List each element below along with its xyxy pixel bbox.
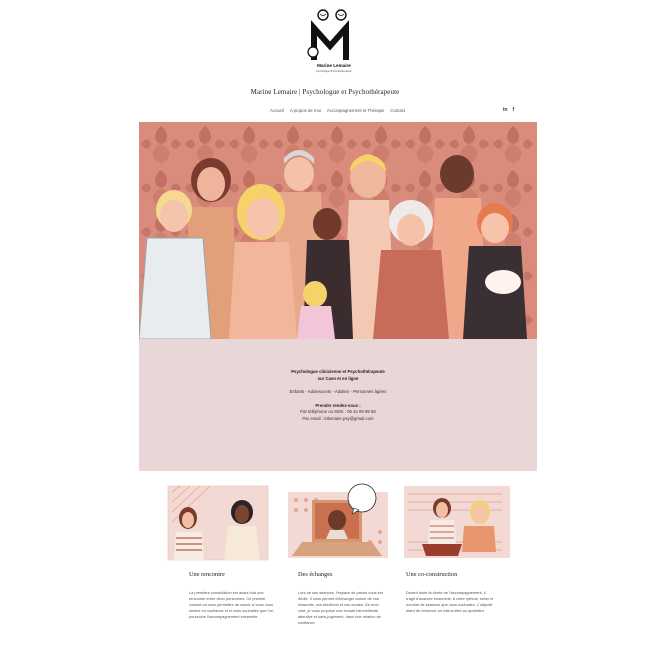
family-illustration-icon	[139, 122, 537, 339]
card-text-echanges: Lors de ces séances, l'espace de parole …	[298, 590, 383, 625]
facebook-icon[interactable]: f	[512, 107, 514, 113]
card-illustration-echanges	[282, 482, 394, 562]
intro-panel: Psychologue clinicienne et Psychothérape…	[139, 339, 537, 471]
logo-tagline: Psychologue & Psychothérapeute	[315, 70, 352, 73]
site-logo[interactable]: Marine Lemaire Psychologue & Psychothéra…	[300, 8, 360, 80]
card-text-rencontre: La première consultation est avant tout …	[189, 590, 274, 619]
card-title-rencontre: Une rencontre	[189, 571, 225, 578]
laptop-illustration-icon	[288, 483, 388, 558]
nav-item-contact[interactable]: Contact	[390, 108, 405, 113]
card-title-co-construction: Une co-construction	[406, 571, 458, 578]
meeting-illustration-icon	[167, 485, 269, 561]
card-illustration-rencontre	[160, 482, 272, 562]
social-links: in f	[503, 107, 514, 113]
card-illustration-co-construction	[402, 482, 514, 562]
card-text-co-construction: Durant toute la durée de l'accompagnemen…	[406, 590, 494, 613]
logo-mark-icon: Marine Lemaire Psychologue & Psychothéra…	[307, 9, 352, 74]
linkedin-icon[interactable]: in	[503, 107, 507, 113]
card-title-echanges: Des échanges	[298, 571, 333, 578]
site-title[interactable]: Marine Lemaire | Psychologue et Psychoth…	[0, 88, 650, 96]
nav-item-accueil[interactable]: Accueil	[270, 108, 284, 113]
conversation-illustration-icon	[404, 486, 510, 558]
hero-illustration	[139, 122, 537, 339]
appointment-email[interactable]: Par email : mlemaire.psy@gmail.com	[139, 416, 537, 423]
main-nav: Accueil A propos de moi Accompagnement e…	[270, 108, 405, 113]
logo-name: Marine Lemaire	[317, 63, 351, 68]
nav-item-accompagnement[interactable]: Accompagnement et Thérapie	[327, 108, 385, 113]
nav-item-a-propos[interactable]: A propos de moi	[290, 108, 321, 113]
